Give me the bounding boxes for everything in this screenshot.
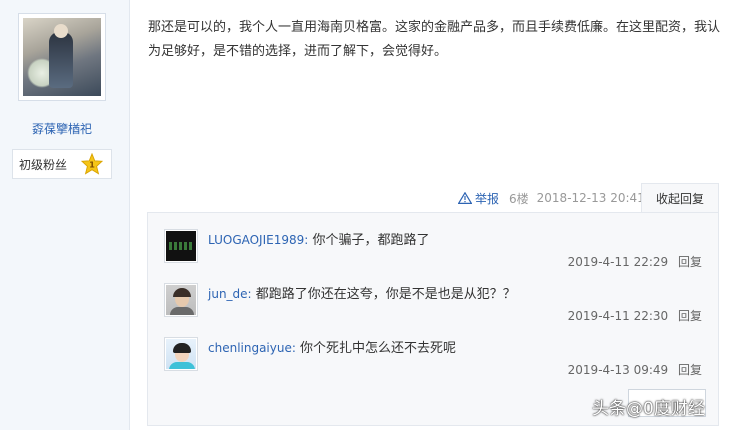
reply-text: 你个死扎中怎么还不去死呢 [300, 341, 457, 356]
report-link[interactable]: 举报 [458, 190, 499, 207]
reply-time: 2019-4-11 22:29 [567, 255, 669, 269]
reply-footer: 2019-4-13 09:49 回复 [568, 361, 702, 378]
reply-button[interactable]: 回复 [678, 255, 702, 269]
watermark-handle: @0度财经 [626, 399, 705, 419]
level-number: 1 [89, 160, 95, 170]
reply-text: 你个骗子，都跑路了 [312, 233, 430, 248]
reply-text: 都跑路了你还在这夸，你是不是也是从犯？？ [255, 287, 516, 302]
reply-button[interactable]: 回复 [678, 309, 702, 323]
reply-avatar[interactable] [164, 229, 198, 263]
reply-content: chenlingaiyue: 你个死扎中怎么还不去死呢 [208, 341, 457, 356]
reply-item: jun_de: 都跑路了你还在这夸，你是不是也是从犯？？ 2019-4-11 2… [164, 283, 714, 327]
fan-rank-label: 初级粉丝 [19, 157, 68, 172]
watermark: 头条 @0度财经 [592, 394, 705, 419]
post-content: 那还是可以的，我个人一直用海南贝格富。这家的金融产品多，而且手续费低廉。在这里配… [148, 20, 721, 59]
floor-number: 6楼 [509, 191, 529, 206]
post-meta: 举报 6楼 2018-12-13 20:41 [458, 186, 645, 210]
reply-content: jun_de: 都跑路了你还在这夸，你是不是也是从犯？？ [208, 287, 516, 302]
author-sidebar: 孬葆擥楢祀 初级粉丝 1 [0, 0, 130, 430]
level-star-icon: 1 [81, 153, 103, 175]
reply-username[interactable]: LUOGAOJIE1989 [208, 233, 304, 247]
watermark-prefix: 头条 [592, 399, 626, 419]
reply-footer: 2019-4-11 22:30 回复 [568, 307, 702, 324]
report-label: 举报 [475, 191, 500, 206]
reply-item: LUOGAOJIE1989: 你个骗子，都跑路了 2019-4-11 22:29… [164, 229, 714, 273]
reply-time: 2019-4-13 09:49 [567, 363, 669, 377]
author-username[interactable]: 孬葆擥楢祀 [0, 120, 124, 137]
author-avatar[interactable] [18, 13, 106, 101]
collapse-replies-button[interactable]: 收起回复 [641, 183, 719, 213]
reply-content: LUOGAOJIE1989: 你个骗子，都跑路了 [208, 233, 430, 248]
post-timestamp: 2018-12-13 20:41 [536, 191, 645, 205]
fan-rank-badge[interactable]: 初级粉丝 1 [12, 149, 112, 179]
reply-footer: 2019-4-11 22:29 回复 [568, 253, 702, 270]
warning-icon [458, 192, 472, 204]
reply-item: chenlingaiyue: 你个死扎中怎么还不去死呢 2019-4-13 09… [164, 337, 714, 381]
reply-time: 2019-4-11 22:30 [567, 309, 669, 323]
author-avatar-image [23, 18, 101, 96]
reply-username[interactable]: jun_de [208, 287, 248, 301]
reply-avatar[interactable] [164, 337, 198, 371]
reply-avatar[interactable] [164, 283, 198, 317]
reply-button[interactable]: 回复 [678, 363, 702, 377]
reply-username[interactable]: chenlingaiyue [208, 341, 292, 355]
